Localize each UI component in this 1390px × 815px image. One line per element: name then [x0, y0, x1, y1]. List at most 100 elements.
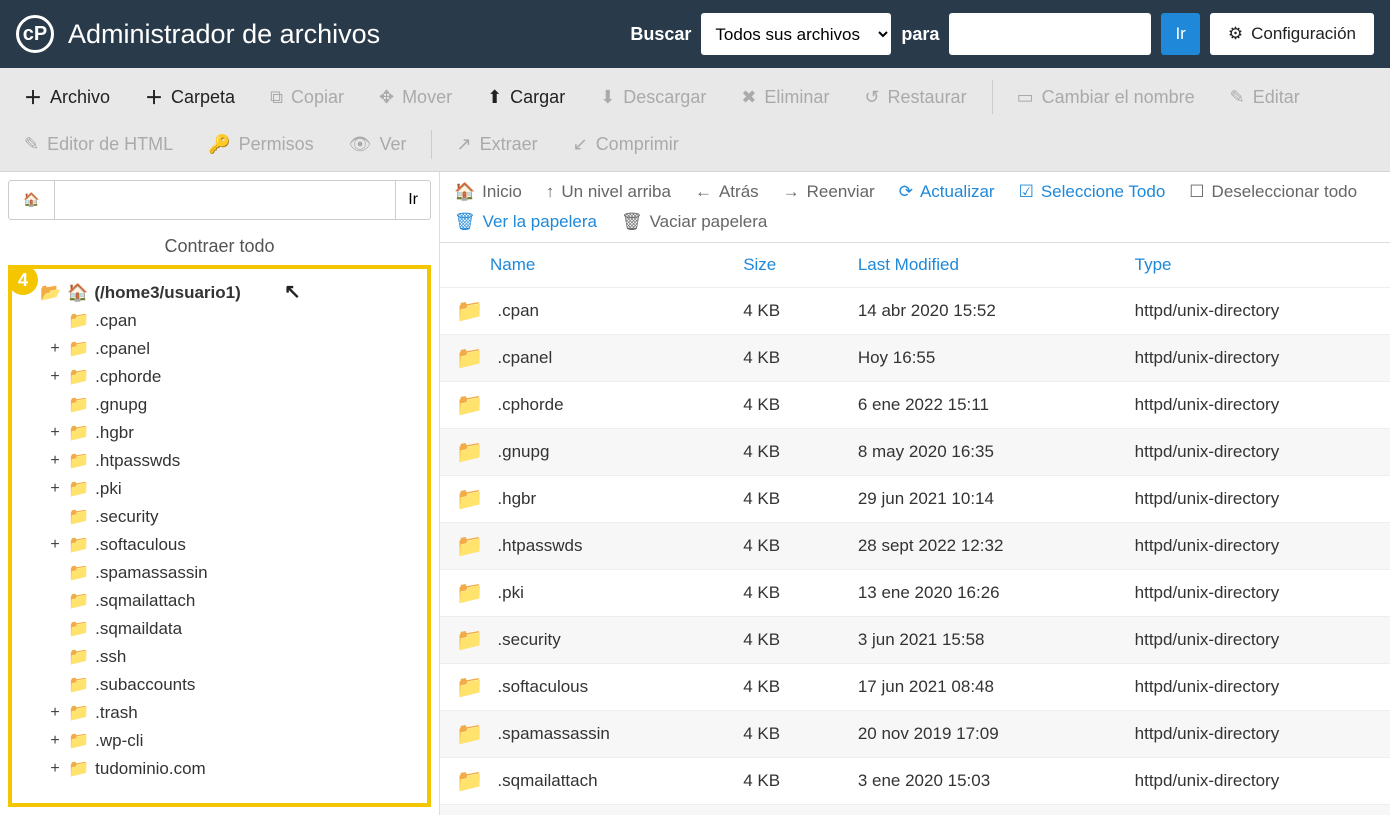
- tree-item[interactable]: +📁.softaculous: [48, 531, 419, 559]
- toolbar-comprimir[interactable]: ↙Comprimir: [559, 124, 694, 165]
- tree-item[interactable]: 📁.subaccounts: [48, 671, 419, 699]
- file-modified: 13 ene 2020 16:26: [838, 570, 1115, 617]
- table-row[interactable]: 📁.cpan4 KB14 abr 2020 15:52httpd/unix-di…: [440, 288, 1390, 335]
- mt-deseleccionar[interactable]: ☐Deseleccionar todo: [1189, 182, 1357, 202]
- file-modified: 17 jun 2021 08:48: [838, 664, 1115, 711]
- file-modified: 6 jul 2021 10:41: [838, 805, 1115, 815]
- file-size: 4 KB: [723, 288, 838, 335]
- file-name: .sqmailattach: [497, 771, 597, 791]
- toolbar-copiar[interactable]: ⧉Copiar: [256, 74, 359, 120]
- table-row[interactable]: 📁.spamassassin4 KB20 nov 2019 17:09httpd…: [440, 711, 1390, 758]
- expand-icon[interactable]: +: [48, 704, 62, 722]
- sidebar-go-button[interactable]: Ir: [396, 180, 431, 220]
- table-row[interactable]: 📁.pki4 KB13 ene 2020 16:26httpd/unix-dir…: [440, 570, 1390, 617]
- config-button[interactable]: ⚙ Configuración: [1210, 13, 1374, 55]
- tree-item[interactable]: 📁.cpan: [48, 307, 419, 335]
- collapse-all-link[interactable]: Contraer todo: [0, 228, 439, 265]
- file-type: httpd/unix-directory: [1115, 335, 1390, 382]
- tree-item[interactable]: +📁tudominio.com: [48, 755, 419, 783]
- para-label: para: [901, 24, 939, 45]
- table-row[interactable]: 📁.cphorde4 KB6 ene 2022 15:11httpd/unix-…: [440, 382, 1390, 429]
- col-modified[interactable]: Last Modified: [838, 243, 1115, 288]
- mt-vaciar-papelera[interactable]: 🗑Vaciar papelera: [621, 212, 767, 232]
- tree-item[interactable]: +📁.trash: [48, 699, 419, 727]
- tree-root[interactable]: − 📂 🏠 (/home3/usuario1) ↖: [20, 279, 419, 307]
- search-input[interactable]: [949, 13, 1151, 55]
- toolbar-editor-html[interactable]: ✎Editor de HTML: [10, 124, 188, 165]
- tree-item[interactable]: 📁.sqmaildata: [48, 615, 419, 643]
- upload-icon: ⬆: [487, 87, 502, 108]
- table-row[interactable]: 📁.sqmaildata4 KB6 jul 2021 10:41httpd/un…: [440, 805, 1390, 815]
- mt-inicio[interactable]: 🏠Inicio: [454, 182, 522, 202]
- file-size: 4 KB: [723, 429, 838, 476]
- toolbar-extraer[interactable]: ↗Extraer: [442, 124, 552, 165]
- tree-item[interactable]: +📁.htpasswds: [48, 447, 419, 475]
- tree-item[interactable]: 📁.sqmailattach: [48, 587, 419, 615]
- expand-icon[interactable]: +: [48, 340, 62, 358]
- tree-item-label: .security: [95, 507, 158, 527]
- folder-icon: 📁: [68, 591, 89, 611]
- toolbar-carpeta[interactable]: ＋Carpeta: [131, 74, 250, 120]
- search-go-button[interactable]: Ir: [1161, 13, 1199, 55]
- table-row[interactable]: 📁.htpasswds4 KB28 sept 2022 12:32httpd/u…: [440, 523, 1390, 570]
- trash-icon: 🗑: [454, 212, 476, 232]
- expand-icon[interactable]: +: [48, 732, 62, 750]
- file-name: .cpanel: [497, 348, 552, 368]
- mt-reenviar[interactable]: →Reenviar: [783, 182, 875, 202]
- tree-item-label: .htpasswds: [95, 451, 180, 471]
- mt-actualizar[interactable]: ⟳Actualizar: [899, 182, 995, 202]
- tree-item[interactable]: +📁.wp-cli: [48, 727, 419, 755]
- toolbar-eliminar[interactable]: ✖Eliminar: [727, 74, 844, 120]
- tree-item[interactable]: +📁.cpanel: [48, 335, 419, 363]
- file-type: httpd/unix-directory: [1115, 617, 1390, 664]
- table-row[interactable]: 📁.security4 KB3 jun 2021 15:58httpd/unix…: [440, 617, 1390, 664]
- toolbar-ver[interactable]: 👁Ver: [335, 124, 422, 165]
- tree-item[interactable]: +📁.pki: [48, 475, 419, 503]
- toolbar-cargar[interactable]: ⬆Cargar: [473, 74, 580, 120]
- compress-icon: ↙: [573, 134, 588, 155]
- tree-item[interactable]: 📁.gnupg: [48, 391, 419, 419]
- toolbar-mover[interactable]: ✥Mover: [365, 74, 467, 120]
- toolbar-archivo[interactable]: ＋Archivo: [10, 74, 125, 120]
- mt-atras[interactable]: ←Atrás: [695, 182, 759, 202]
- tree-item[interactable]: 📁.security: [48, 503, 419, 531]
- forward-icon: →: [783, 182, 800, 202]
- tree-item-label: .wp-cli: [95, 731, 143, 751]
- expand-icon[interactable]: +: [48, 760, 62, 778]
- sidebar-home-button[interactable]: 🏠: [8, 180, 55, 220]
- col-name[interactable]: Name: [440, 243, 723, 288]
- tree-item-label: .pki: [95, 479, 121, 499]
- expand-icon[interactable]: +: [48, 368, 62, 386]
- folder-icon: 📁: [68, 395, 89, 415]
- col-size[interactable]: Size: [723, 243, 838, 288]
- expand-icon[interactable]: +: [48, 424, 62, 442]
- folder-icon: 📁: [456, 580, 483, 606]
- table-row[interactable]: 📁.cpanel4 KBHoy 16:55httpd/unix-director…: [440, 335, 1390, 382]
- file-type: httpd/unix-directory: [1115, 711, 1390, 758]
- table-row[interactable]: 📁.hgbr4 KB29 jun 2021 10:14httpd/unix-di…: [440, 476, 1390, 523]
- col-type[interactable]: Type: [1115, 243, 1390, 288]
- sidebar-path-input[interactable]: [55, 180, 397, 220]
- toolbar-editar[interactable]: ✎Editar: [1216, 74, 1315, 120]
- expand-icon[interactable]: +: [48, 452, 62, 470]
- table-row[interactable]: 📁.softaculous4 KB17 jun 2021 08:48httpd/…: [440, 664, 1390, 711]
- mt-arriba[interactable]: ↑Un nivel arriba: [546, 182, 671, 202]
- toolbar-permisos[interactable]: 🔑Permisos: [194, 124, 328, 165]
- home-icon: 🏠: [67, 283, 88, 303]
- search-scope-select[interactable]: Todos sus archivos: [701, 13, 891, 55]
- table-row[interactable]: 📁.sqmailattach4 KB3 ene 2020 15:03httpd/…: [440, 758, 1390, 805]
- tree-item[interactable]: +📁.hgbr: [48, 419, 419, 447]
- tree-item[interactable]: 📁.spamassassin: [48, 559, 419, 587]
- table-row[interactable]: 📁.gnupg4 KB8 may 2020 16:35httpd/unix-di…: [440, 429, 1390, 476]
- expand-icon[interactable]: +: [48, 480, 62, 498]
- main-panel: 🏠Inicio ↑Un nivel arriba ←Atrás →Reenvia…: [440, 172, 1390, 815]
- tree-item[interactable]: +📁.cphorde: [48, 363, 419, 391]
- toolbar-cambiar[interactable]: ▭Cambiar el nombre: [1003, 74, 1210, 120]
- mt-seleccionar-todo[interactable]: ☑Seleccione Todo: [1019, 182, 1166, 202]
- mt-ver-papelera[interactable]: 🗑Ver la papelera: [454, 212, 597, 232]
- tree-item[interactable]: 📁.ssh: [48, 643, 419, 671]
- file-modified: 3 jun 2021 15:58: [838, 617, 1115, 664]
- toolbar-restaurar[interactable]: ↺Restaurar: [850, 74, 981, 120]
- toolbar-descargar[interactable]: ⬇Descargar: [586, 74, 721, 120]
- expand-icon[interactable]: +: [48, 536, 62, 554]
